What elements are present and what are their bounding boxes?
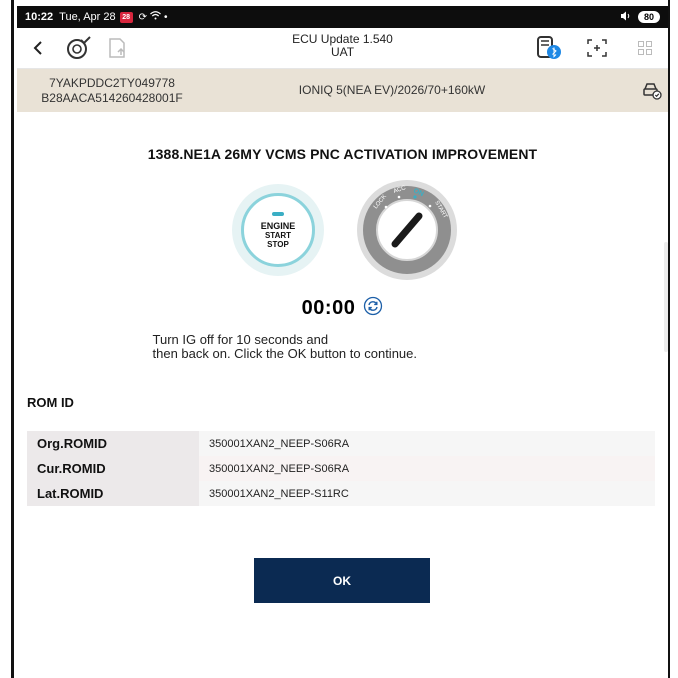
rom-label: Lat.ROMID [27,481,199,506]
vehicle-check-icon [67,36,91,59]
instruction-text: Turn IG off for 10 seconds and then back… [133,333,553,361]
battery-indicator: 80 [638,11,660,23]
scrollbar-thumb[interactable] [664,242,668,352]
file-upload-icon [109,38,125,58]
rom-id-heading: ROM ID [27,395,74,410]
rom-value: 350001XAN2_NEEP-S11RC [199,481,655,506]
vci-bluetooth-icon [537,36,561,59]
vehicle-check-button[interactable] [63,33,93,63]
vin-block: 7YAKPDDC2TY049778 B28AACA514260428001F [27,76,197,106]
wifi-icon [150,11,161,23]
stop-label: STOP [267,239,289,249]
refresh-button[interactable] [363,296,383,321]
rom-row-org: Org.ROMID 350001XAN2_NEEP-S06RA [27,431,655,456]
sync-icon: ⟳ [138,11,147,23]
screen-frame-left [0,0,14,678]
vin-number: 7YAKPDDC2TY049778 [49,75,175,90]
rom-row-lat: Lat.ROMID 350001XAN2_NEEP-S11RC [27,481,655,506]
status-time: 10:22 [25,11,54,23]
vin-secondary: B28AACA514260428001F [41,90,183,105]
ok-button[interactable]: OK [254,558,430,603]
rom-id-table: Org.ROMID 350001XAN2_NEEP-S06RA Cur.ROMI… [27,431,655,506]
app-toolbar: ECU Update 1.540 UAT [17,28,668,69]
vehicle-status-button[interactable] [642,80,662,103]
status-bar: 10:22 Tue, Apr 28 28 ⟳ • 80 [17,6,668,28]
car-check-icon [643,83,662,100]
rom-value: 350001XAN2_NEEP-S06RA [199,431,655,456]
procedure-title: 1388.NE1A 26MY VCMS PNC ACTIVATION IMPRO… [147,146,538,162]
engine-indicator-bar [272,211,284,216]
rom-label: Cur.ROMID [27,456,199,481]
vehicle-model: IONIQ 5(NEA EV)/2026/70+160kW [298,83,486,97]
back-button[interactable] [23,33,53,63]
menu-grid-button[interactable] [630,33,660,63]
volume-icon [620,11,632,24]
upload-file-button[interactable] [103,33,133,63]
rom-value: 350001XAN2_NEEP-S06RA [199,456,655,481]
calendar-icon: 28 [119,11,133,23]
rom-label: Org.ROMID [27,431,199,456]
status-date: Tue, Apr 28 [59,11,116,23]
countdown-timer: 00:00 [301,297,356,319]
chevron-left-icon [33,41,42,55]
ignition-key-icon: LOCK ACC ON START [357,180,457,280]
ignition-illustration: ENGINE START STOP LOCK ACC ON START [17,180,668,284]
timer-row: 00:00 [17,296,668,321]
engine-start-stop-face: ENGINE START STOP [241,193,315,267]
vci-bluetooth-button[interactable] [534,33,564,63]
screen-capture-icon [587,39,607,57]
app-window: 10:22 Tue, Apr 28 28 ⟳ • 80 ECU Update 1… [17,6,668,678]
refresh-icon [364,296,383,316]
screen-frame-right [668,0,678,678]
instruction-line1: Turn IG off for 10 seconds and [152,332,329,347]
rom-row-cur: Cur.ROMID 350001XAN2_NEEP-S06RA [27,456,655,481]
instruction-line2: then back on. Click the OK button to con… [152,346,418,361]
dot-icon: • [164,11,168,23]
start-label: START [264,230,292,240]
grid-icon [638,41,652,55]
engine-start-stop-icon: ENGINE START STOP [232,184,324,276]
vehicle-info-bar: 7YAKPDDC2TY049778 B28AACA514260428001F I… [17,69,668,112]
engine-label: ENGINE [260,220,296,231]
screen-capture-button[interactable] [582,33,612,63]
